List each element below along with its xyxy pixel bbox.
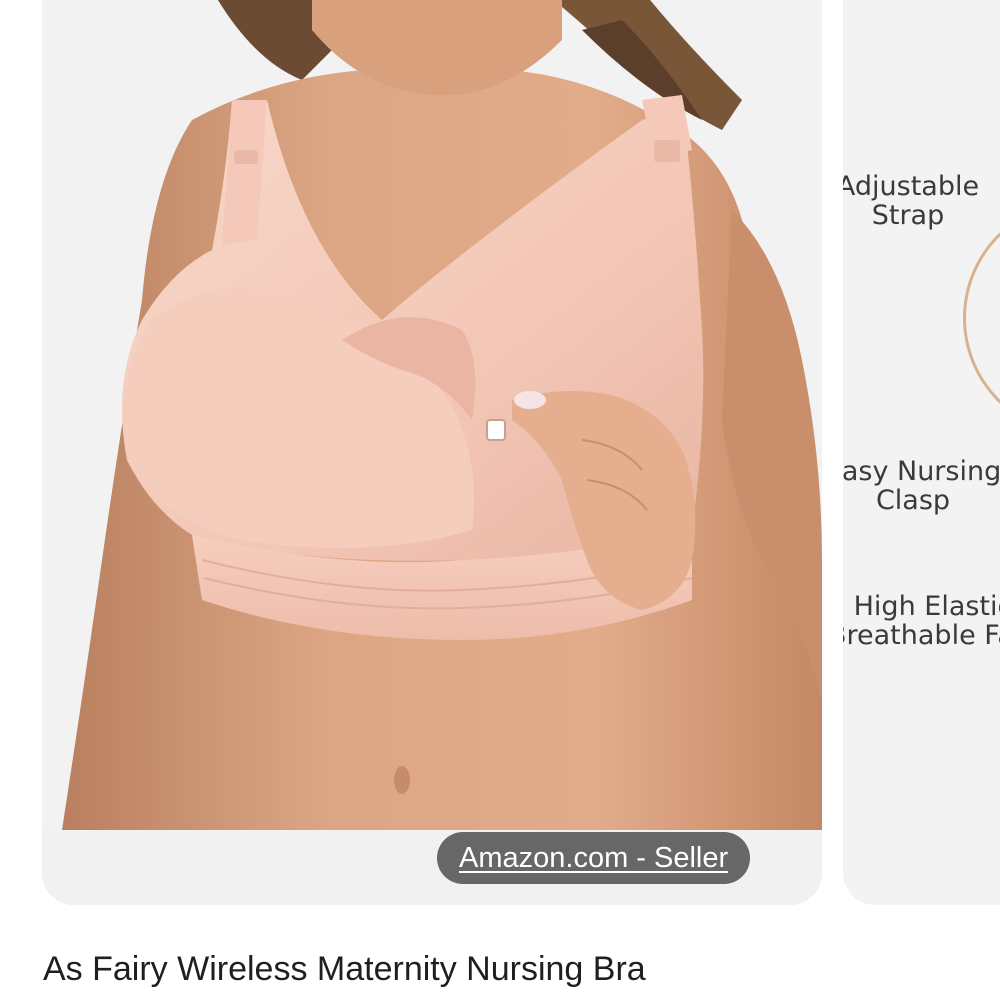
- feature-line: High Elastic: [853, 591, 1000, 622]
- product-image-card[interactable]: [42, 0, 822, 905]
- source-link-label[interactable]: Amazon.com - Seller: [459, 842, 728, 875]
- image-results-view: Amazon.com - Seller Adjustable Strap Eas…: [0, 0, 1000, 1000]
- product-outline-graphic: [963, 200, 1000, 436]
- feature-line: Clasp: [875, 485, 951, 516]
- feature-label-clasp: Easy Nursing Clasp: [843, 457, 1000, 515]
- feature-line: Strap: [871, 200, 945, 231]
- feature-label-fabric: High Elastic Breathable Fabric: [843, 592, 1000, 650]
- feature-label-strap: Adjustable Strap: [843, 172, 983, 230]
- feature-line: Easy Nursing: [843, 456, 1000, 487]
- product-title[interactable]: As Fairy Wireless Maternity Nursing Bra: [43, 950, 646, 989]
- product-photo: [42, 0, 822, 830]
- source-link-chip[interactable]: Amazon.com - Seller: [437, 832, 751, 884]
- feature-line: Adjustable: [843, 171, 980, 202]
- related-image-card[interactable]: Adjustable Strap Easy Nursing Clasp High…: [843, 0, 1000, 905]
- feature-line: Breathable Fabric: [843, 620, 1000, 651]
